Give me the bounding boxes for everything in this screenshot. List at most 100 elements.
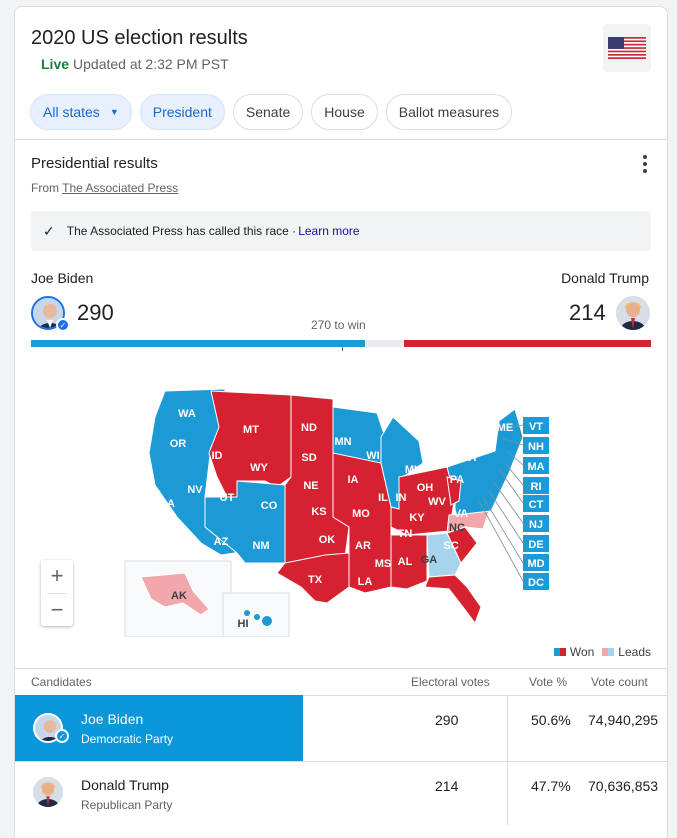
row-candidate-party: Democratic Party bbox=[81, 732, 174, 746]
col-header-vote-count: Vote count bbox=[591, 675, 648, 689]
state-label-il: IL bbox=[378, 492, 388, 504]
state-label-ny: NY bbox=[463, 452, 479, 464]
column-divider bbox=[507, 695, 508, 825]
state-label-al: AL bbox=[398, 556, 413, 568]
card-title: 2020 US election results bbox=[31, 27, 248, 49]
biden-electoral-total: 290 bbox=[77, 300, 114, 325]
row-vote-pct: 47.7% bbox=[531, 778, 571, 794]
source-link[interactable]: The Associated Press bbox=[62, 181, 178, 195]
state-label-mn: MN bbox=[334, 436, 351, 448]
state-label-wi: WI bbox=[366, 450, 379, 462]
divider bbox=[15, 139, 667, 140]
state-label-ok: OK bbox=[319, 534, 336, 546]
winner-check-icon: ✓ bbox=[56, 318, 70, 332]
map-zoom-control: + − bbox=[41, 560, 73, 626]
state-label-wv: WV bbox=[428, 496, 446, 508]
row-vote-count: 74,940,295 bbox=[588, 712, 659, 728]
state-label-de: DE bbox=[528, 539, 543, 551]
state-label-ar: AR bbox=[355, 540, 371, 552]
state-label-fl: FL bbox=[442, 604, 456, 616]
biden-bar-fill bbox=[31, 340, 366, 347]
state-label-la: LA bbox=[358, 576, 373, 588]
legend-leads: Leads bbox=[602, 645, 651, 659]
state-label-mi: MI bbox=[405, 464, 417, 476]
state-label-dc: DC bbox=[528, 577, 544, 589]
state-label-hi: HI bbox=[238, 618, 249, 630]
legend-won: Won bbox=[553, 645, 595, 659]
state-label-me: ME bbox=[497, 422, 514, 434]
col-header-electoral: Electoral votes bbox=[411, 675, 490, 689]
trump-name: Donald Trump bbox=[561, 270, 649, 286]
filter-chips: All states ▼ President Senate House Ball… bbox=[30, 94, 513, 130]
state-label-ca: CA bbox=[159, 498, 175, 510]
chip-all-states[interactable]: All states ▼ bbox=[30, 94, 132, 130]
table-top-divider bbox=[15, 668, 667, 669]
row-candidate-name[interactable]: Donald Trump bbox=[81, 777, 169, 793]
state-label-vt: VT bbox=[529, 421, 543, 433]
state-label-ne: NE bbox=[303, 480, 318, 492]
zoom-in-button[interactable]: + bbox=[41, 560, 73, 593]
state-label-ak: AK bbox=[171, 590, 187, 602]
state-label-az: AZ bbox=[214, 536, 229, 548]
row-divider bbox=[15, 761, 667, 762]
section-title: Presidential results bbox=[31, 155, 158, 172]
to-win-label: 270 to win bbox=[311, 318, 366, 332]
source-line: From The Associated Press bbox=[31, 181, 178, 195]
col-header-candidates: Candidates bbox=[31, 675, 92, 689]
election-results-card: 2020 US election results Live Updated at … bbox=[14, 6, 668, 838]
table-row[interactable]: ✓ Joe Biden Democratic Party 290 50.6% 7… bbox=[15, 695, 667, 761]
learn-more-link[interactable]: Learn more bbox=[298, 224, 359, 238]
chip-house[interactable]: House bbox=[311, 94, 378, 130]
state-label-ct: CT bbox=[529, 499, 544, 511]
race-called-text: The Associated Press has called this rac… bbox=[66, 224, 297, 238]
state-label-pa: PA bbox=[450, 474, 465, 486]
chip-ballot-measures[interactable]: Ballot measures bbox=[385, 94, 513, 130]
state-label-ri: RI bbox=[531, 481, 542, 493]
updated-time: Updated at 2:32 PM PST bbox=[73, 56, 229, 72]
state-label-in: IN bbox=[396, 492, 407, 504]
state-label-ma: MA bbox=[527, 461, 544, 473]
state-label-or: OR bbox=[170, 438, 187, 450]
state-label-tn: TN bbox=[398, 528, 413, 540]
trump-row-avatar bbox=[33, 777, 63, 807]
col-header-vote-pct: Vote % bbox=[529, 675, 568, 689]
state-label-ut: UT bbox=[220, 492, 235, 504]
row-electoral: 214 bbox=[435, 778, 459, 794]
state-label-sd: SD bbox=[301, 452, 316, 464]
map-red-west bbox=[208, 390, 292, 498]
more-options-icon[interactable] bbox=[639, 155, 651, 173]
race-called-banner: ✓ The Associated Press has called this r… bbox=[31, 211, 651, 251]
state-label-ia: IA bbox=[348, 474, 359, 486]
trump-bar-fill bbox=[404, 340, 651, 347]
state-label-nm: NM bbox=[252, 540, 269, 552]
legend-won-label: Won bbox=[569, 645, 595, 659]
state-label-nj: NJ bbox=[529, 519, 543, 531]
winner-check-icon: ✓ bbox=[55, 729, 69, 743]
row-vote-count: 70,636,853 bbox=[588, 778, 659, 794]
state-label-id: ID bbox=[212, 450, 223, 462]
state-label-va: VA bbox=[454, 508, 469, 520]
zoom-out-button[interactable]: − bbox=[41, 593, 73, 626]
map-legend: Won Leads bbox=[553, 645, 651, 659]
state-label-nd: ND bbox=[301, 422, 317, 434]
state-label-ky: KY bbox=[409, 512, 425, 524]
state-label-ms: MS bbox=[375, 558, 392, 570]
state-label-nv: NV bbox=[187, 484, 203, 496]
state-label-wy: WY bbox=[250, 462, 268, 474]
us-electoral-map[interactable]: VT NH MA RI CT NJ DE MD DC WA OR CA NV I… bbox=[15, 377, 667, 638]
chip-senate[interactable]: Senate bbox=[232, 94, 304, 130]
state-label-md: MD bbox=[527, 558, 544, 570]
chip-all-states-label: All states bbox=[43, 104, 100, 120]
row-candidate-party: Republican Party bbox=[81, 798, 173, 812]
row-electoral: 290 bbox=[435, 712, 459, 728]
state-label-ga: GA bbox=[421, 554, 438, 566]
state-label-tx: TX bbox=[308, 574, 323, 586]
live-label: Live bbox=[41, 56, 70, 72]
state-label-co: CO bbox=[261, 500, 278, 512]
state-label-oh: OH bbox=[417, 482, 434, 494]
check-icon: ✓ bbox=[43, 222, 55, 239]
us-flag-icon[interactable] bbox=[603, 24, 651, 72]
state-label-mo: MO bbox=[352, 508, 370, 520]
chip-president[interactable]: President bbox=[139, 94, 225, 130]
live-status: Live Updated at 2:32 PM PST bbox=[41, 56, 229, 72]
